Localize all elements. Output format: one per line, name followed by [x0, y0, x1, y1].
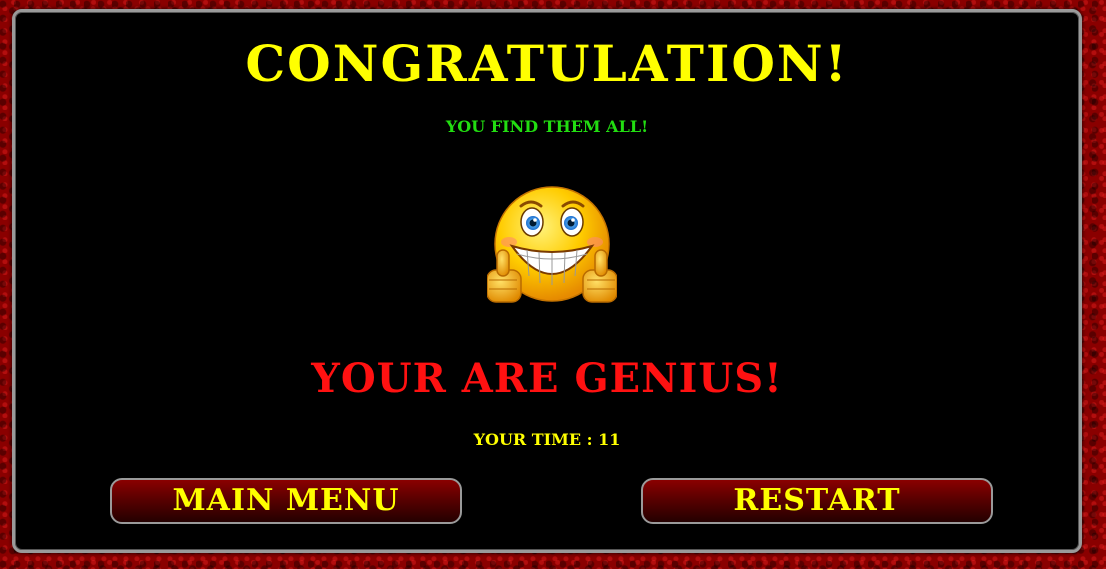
smiley-thumbs-up-icon — [487, 186, 617, 303]
dialog-subtitle: YOU FIND THEM ALL! — [445, 117, 649, 136]
congratulation-dialog: CONGRATULATION! YOU FIND THEM ALL! YOUR … — [12, 9, 1082, 553]
genius-message: YOUR ARE GENIUS! — [311, 355, 783, 402]
restart-button[interactable]: RESTART — [641, 478, 993, 524]
dialog-title: CONGRATULATION! — [245, 34, 849, 93]
time-display: YOUR TIME : 11 — [473, 430, 621, 449]
main-menu-button[interactable]: MAIN MENU — [110, 478, 462, 524]
